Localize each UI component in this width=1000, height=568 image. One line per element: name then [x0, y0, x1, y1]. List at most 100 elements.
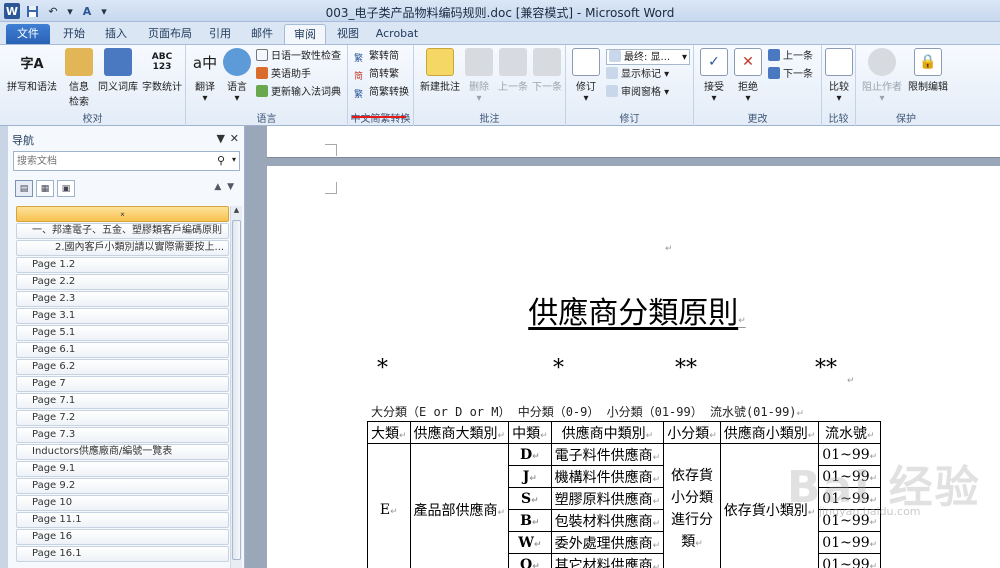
new-comment-button[interactable]: 新建批注 — [418, 48, 462, 93]
group-compare: 比较 ▾ 比较 — [822, 45, 856, 127]
title-bar: W ↶ ▾ A ▾ 003_电子类产品物料编码规则.doc [兼容模式] - M… — [0, 0, 1000, 22]
display-for-review-select[interactable]: 最终: 显... ▾ — [606, 49, 690, 65]
nav-heading-item[interactable]: Page 5.1 — [16, 325, 229, 341]
reviewing-pane-button[interactable]: 审阅窗格 ▾ — [606, 85, 669, 101]
nav-heading-item[interactable]: Page 7 — [16, 376, 229, 392]
nav-heading-item[interactable]: Page 6.1 — [16, 342, 229, 358]
group-chinese-conversion: 繁繁转简 简简转繁 繁简繁转换 中文简繁转换 — [348, 45, 414, 127]
tab-mailings[interactable]: 邮件 — [244, 24, 280, 44]
reviewing-pane-icon — [606, 85, 618, 97]
update-ime-dictionary-button[interactable]: 更新输入法词典 — [256, 85, 341, 101]
block-authors-button[interactable]: 阻止作者 ▾ — [860, 48, 904, 104]
tab-acrobat[interactable]: Acrobat — [372, 24, 422, 44]
baidu-watermark-url: jingyan.baidu.com — [819, 505, 921, 518]
paragraph-mark: ↵ — [738, 316, 746, 326]
search-document-box: ⚲ ▾ — [13, 151, 240, 171]
close-icon[interactable]: ✕ — [230, 132, 239, 145]
nav-heading-selected[interactable]: ⌅ — [16, 206, 229, 222]
previous-change-button[interactable]: 上一条 — [768, 49, 813, 65]
traditional-to-simplified-button[interactable]: 繁繁转简 — [354, 49, 399, 65]
nav-heading-item[interactable]: Page 16 — [16, 529, 229, 545]
block-authors-icon — [868, 48, 896, 76]
group-changes: ✓ 接受 ▾ ✕ 拒绝 ▾ 上一条 下一条 更改 — [694, 45, 822, 127]
nav-heading-item[interactable]: Page 1.2 — [16, 257, 229, 273]
nav-scrollbar[interactable]: ▲ — [230, 206, 242, 568]
nav-scroll-thumb[interactable] — [232, 220, 241, 560]
nav-heading-item[interactable]: Page 3.1 — [16, 308, 229, 324]
show-markup-icon — [606, 67, 618, 79]
translate-button[interactable]: a中 翻译 ▾ — [190, 48, 220, 105]
pages-view-icon[interactable]: ▦ — [36, 180, 54, 197]
page-current[interactable]: ↵ 供應商分類原則↵ * * ** ** ↵ 大分類（E or D or M） … — [267, 166, 1000, 568]
nav-heading-item[interactable]: Page 6.2 — [16, 359, 229, 375]
table-header-cell: 供應商大類別↵ — [409, 421, 510, 444]
show-markup-button[interactable]: 显示标记 ▾ — [606, 67, 669, 83]
nav-heading-item[interactable]: Page 16.1 — [16, 546, 229, 562]
chinese-conversion-button[interactable]: 繁简繁转换 — [354, 85, 409, 101]
reject-x-icon: ✕ — [734, 48, 762, 76]
english-assistant-icon — [256, 67, 268, 79]
nav-heading-item[interactable]: Inductors供應廠商/編號一覽表 — [16, 444, 229, 460]
accept-button[interactable]: ✓ 接受 ▾ — [698, 48, 730, 104]
scroll-up-icon[interactable]: ▲ — [231, 206, 242, 218]
next-change-button[interactable]: 下一条 — [768, 67, 813, 83]
nav-heading-item[interactable]: Page 2.2 — [16, 274, 229, 290]
document-area[interactable]: ↵ 供應商分類原則↵ * * ** ** ↵ 大分類（E or D or M） … — [245, 126, 1000, 568]
nav-heading-item[interactable]: 2.國內客戶小類別請以實際需要按上... — [16, 240, 229, 256]
japanese-consistency-button[interactable]: 日语一致性检查 — [256, 49, 341, 65]
research-book-icon — [65, 48, 93, 76]
thesaurus-button[interactable]: 同义词库 — [96, 48, 140, 93]
results-view-icon[interactable]: ▣ — [57, 180, 75, 197]
language-button[interactable]: 语言 ▾ — [222, 48, 252, 104]
english-assistant-button[interactable]: 英语助手 — [256, 67, 311, 83]
nav-heading-item[interactable]: Page 9.2 — [16, 478, 229, 494]
reject-button[interactable]: ✕ 拒绝 ▾ — [732, 48, 764, 104]
heading-nav-arrows: ▲ ▼ — [214, 182, 234, 192]
mid-code-cell: S↵ — [508, 487, 552, 510]
mid-name-cell: 委外處理供應商↵ — [550, 531, 665, 554]
word-count-button[interactable]: ABC 123 字数统计 — [140, 48, 184, 93]
search-icon[interactable]: ⚲ — [217, 154, 225, 167]
nav-heading-item[interactable]: Page 2.3 — [16, 291, 229, 307]
tab-insert[interactable]: 插入 — [98, 24, 134, 44]
nav-heading-item[interactable]: Page 7.2 — [16, 410, 229, 426]
next-comment-button[interactable]: 下一条 — [530, 48, 564, 93]
delete-comment-button[interactable]: 删除 ▾ — [464, 48, 494, 104]
search-options-chevron-icon[interactable]: ▾ — [232, 155, 236, 164]
group-protect: 阻止作者 ▾ 🔒 限制编辑 保护 — [856, 45, 956, 127]
spelling-grammar-button[interactable]: 字A 拼写和语法 — [6, 48, 58, 94]
tab-file[interactable]: 文件 — [6, 24, 50, 44]
nav-heading-item[interactable]: Page 7.1 — [16, 393, 229, 409]
research-button[interactable]: 信息 检索 — [62, 48, 96, 108]
nav-heading-item[interactable]: Page 10 — [16, 495, 229, 511]
tab-view[interactable]: 视图 — [330, 24, 366, 44]
compare-button[interactable]: 比较 ▾ — [824, 48, 854, 104]
red-annotation-underline — [352, 116, 406, 118]
table-header-cell: 小分類↵ — [663, 421, 721, 444]
star-marker: ** — [815, 356, 837, 381]
table-header-cell: 流水號↵ — [818, 421, 882, 444]
nav-heading-item[interactable]: Page 11.1 — [16, 512, 229, 528]
next-heading-icon[interactable]: ▼ — [227, 182, 234, 192]
nav-heading-item[interactable]: 一、邦達電子、五金、塑膠類客戶編碼原則 — [16, 223, 229, 239]
heading-list: ⌅ 一、邦達電子、五金、塑膠類客戶編碼原則 2.國內客戶小類別請以實際需要按上...… — [16, 206, 229, 568]
restrict-editing-lock-icon: 🔒 — [914, 48, 942, 76]
nav-heading-item[interactable]: Page 9.1 — [16, 461, 229, 477]
star-marker: * — [377, 356, 388, 381]
tab-home[interactable]: 开始 — [56, 24, 92, 44]
previous-comment-icon — [499, 48, 527, 76]
previous-heading-icon[interactable]: ▲ — [214, 182, 221, 192]
tab-page-layout[interactable]: 页面布局 — [142, 24, 198, 44]
nav-heading-item[interactable]: Page 7.3 — [16, 427, 229, 443]
star-marker: ** — [675, 356, 697, 381]
pane-options-icon[interactable]: ▼ — [217, 132, 225, 145]
tab-references[interactable]: 引用 — [202, 24, 238, 44]
restrict-editing-button[interactable]: 🔒 限制编辑 — [906, 48, 950, 93]
previous-comment-button[interactable]: 上一条 — [496, 48, 530, 93]
paragraph-mark: ↵ — [796, 409, 805, 419]
simplified-to-traditional-button[interactable]: 简简转繁 — [354, 67, 399, 83]
tab-review[interactable]: 审阅 — [284, 24, 326, 44]
track-changes-button[interactable]: 修订 ▾ — [570, 48, 602, 104]
search-input[interactable] — [17, 152, 207, 170]
headings-view-icon[interactable]: ▤ — [15, 180, 33, 197]
